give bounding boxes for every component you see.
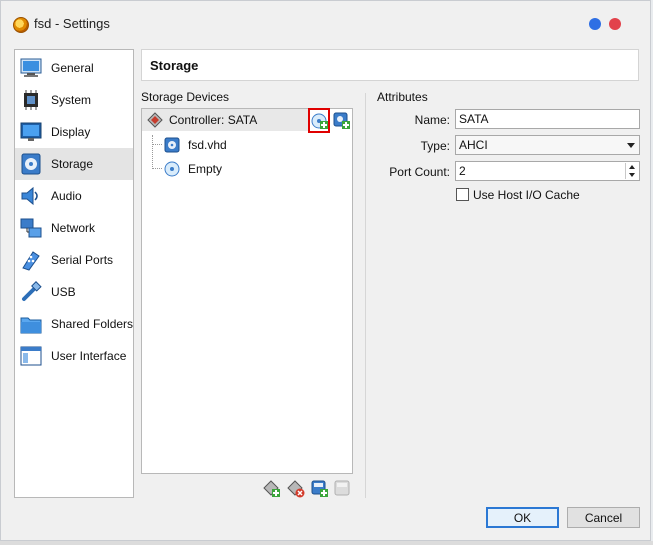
tree-connector	[152, 135, 154, 169]
sidebar-item-display[interactable]: Display	[15, 116, 133, 148]
sidebar-item-system[interactable]: System	[15, 84, 133, 116]
user-interface-icon	[20, 345, 42, 367]
usb-icon	[20, 281, 42, 303]
sidebar-item-label: General	[51, 61, 94, 75]
virtualbox-app-icon	[13, 17, 29, 33]
sidebar-item-label: System	[51, 93, 92, 107]
attachment-label: Empty	[188, 162, 223, 176]
sidebar-item-audio[interactable]: Audio	[15, 180, 133, 212]
help-dot-button[interactable]	[589, 18, 601, 30]
ok-button[interactable]: OK	[486, 507, 559, 528]
display-icon	[20, 121, 42, 143]
network-icon	[20, 217, 42, 239]
controller-icon	[147, 112, 163, 128]
add-attachment-button[interactable]	[311, 480, 329, 498]
add-hard-disk-button[interactable]	[333, 112, 351, 130]
title-bar: fsd - Settings	[1, 1, 650, 47]
sidebar-item-label: Serial Ports	[51, 253, 114, 267]
shared-folders-icon	[20, 313, 42, 335]
sidebar-item-network[interactable]: Network	[15, 212, 133, 244]
system-icon	[20, 89, 42, 111]
optical-disc-icon	[164, 161, 180, 177]
sidebar-item-serial-ports[interactable]: Serial Ports	[15, 244, 133, 276]
hard-disk-icon	[164, 137, 180, 153]
sidebar-item-label: Display	[51, 125, 91, 139]
attachment-label: fsd.vhd	[188, 138, 227, 152]
attributes-heading: Attributes	[377, 90, 428, 104]
sidebar-item-shared-folders[interactable]: Shared Folders	[15, 308, 133, 340]
spin-up-button[interactable]	[625, 163, 638, 171]
sidebar-item-storage[interactable]: Storage	[15, 148, 133, 180]
settings-sidebar: General System Display Storage Audio Net…	[14, 49, 134, 498]
chevron-down-icon	[627, 143, 635, 148]
tree-connector	[153, 144, 162, 146]
cancel-button[interactable]: Cancel	[567, 507, 640, 528]
window-title: fsd - Settings	[34, 16, 110, 31]
attachment-row-hard-disk[interactable]: fsd.vhd	[164, 134, 344, 156]
serial-ports-icon	[20, 249, 42, 271]
storage-devices-heading: Storage Devices	[141, 90, 230, 104]
audio-icon	[20, 185, 42, 207]
settings-dialog: fsd - Settings General System Display St…	[0, 0, 651, 541]
panel-divider	[365, 93, 366, 498]
type-select[interactable]: AHCI	[455, 135, 640, 155]
page-header: Storage	[141, 49, 639, 81]
type-select-value: AHCI	[459, 138, 488, 152]
port-count-label: Port Count:	[389, 165, 450, 179]
sidebar-item-user-interface[interactable]: User Interface	[15, 340, 133, 372]
spin-down-button[interactable]	[625, 171, 638, 179]
port-count-spinbox[interactable]: 2	[455, 161, 640, 181]
remove-attachment-button[interactable]	[334, 480, 352, 498]
attachment-row-optical[interactable]: Empty	[164, 158, 344, 180]
type-label: Type:	[420, 139, 450, 153]
sidebar-item-label: Storage	[51, 157, 94, 171]
sidebar-item-label: User Interface	[51, 349, 127, 363]
host-io-cache-checkbox[interactable]	[456, 188, 469, 201]
controller-sata-row[interactable]: Controller: SATA	[142, 109, 308, 131]
sidebar-item-label: Shared Folders	[51, 317, 134, 331]
close-dot-button[interactable]	[609, 18, 621, 30]
tree-connector	[153, 168, 162, 170]
add-controller-button[interactable]	[263, 480, 281, 498]
name-field[interactable]: SATA	[455, 109, 640, 129]
background-strip	[0, 541, 653, 545]
name-label: Name:	[414, 113, 450, 127]
sidebar-item-general[interactable]: General	[15, 52, 133, 84]
port-count-value: 2	[459, 164, 466, 178]
page-title: Storage	[150, 58, 199, 73]
controller-label: Controller: SATA	[169, 113, 258, 127]
sidebar-item-label: Network	[51, 221, 96, 235]
arrow-down-icon	[629, 173, 635, 177]
remove-controller-button[interactable]	[287, 480, 305, 498]
storage-icon	[20, 153, 42, 175]
arrow-up-icon	[629, 165, 635, 169]
sidebar-item-usb[interactable]: USB	[15, 276, 133, 308]
sidebar-item-label: Audio	[51, 189, 82, 203]
general-icon	[20, 57, 42, 79]
sidebar-item-label: USB	[51, 285, 76, 299]
host-io-cache-label: Use Host I/O Cache	[473, 188, 580, 202]
highlight-annotation	[308, 108, 330, 133]
